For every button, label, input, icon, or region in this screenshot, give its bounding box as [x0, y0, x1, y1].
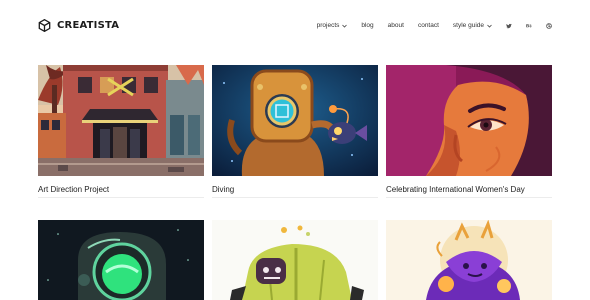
nav-projects[interactable]: projects [317, 22, 348, 29]
brand-name: CREATISTA [57, 20, 120, 31]
nav-about-label: about [387, 22, 404, 29]
art-direction-image [38, 65, 204, 176]
nav-blog-label: blog [361, 22, 374, 29]
caption-divider [212, 197, 378, 198]
nav-style-guide-label: style guide [452, 22, 484, 29]
caption-divider [38, 197, 204, 198]
portfolio-thumb-4[interactable] [38, 220, 204, 300]
chevron-down-icon [487, 24, 492, 28]
diving-image [212, 65, 378, 176]
chevron-down-icon [342, 24, 348, 28]
caption-divider [386, 197, 552, 198]
nav-blog[interactable]: blog [361, 22, 373, 29]
behance-icon[interactable] [526, 23, 532, 29]
portfolio-thumb-diving[interactable] [212, 65, 378, 176]
portfolio-thumb-art-direction[interactable] [38, 65, 204, 176]
portfolio-title-art-direction[interactable]: Art Direction Project [38, 185, 109, 194]
womens-day-image [386, 65, 552, 176]
main-nav: projects blog about contact style guide [317, 22, 552, 29]
site-logo[interactable]: CREATISTA [38, 19, 119, 32]
cactus-character-image [212, 220, 378, 300]
logo-cube-icon [38, 19, 51, 32]
portfolio-thumb-6[interactable] [386, 220, 552, 300]
space-suit-image [38, 220, 204, 300]
site-header: CREATISTA projects blog about contact st… [0, 0, 590, 50]
nav-contact[interactable]: contact [418, 22, 439, 29]
portfolio-thumb-5[interactable] [212, 220, 378, 300]
nav-about[interactable]: about [388, 22, 404, 29]
portfolio-thumb-womens-day[interactable] [386, 65, 552, 176]
dribbble-icon[interactable] [546, 22, 552, 29]
portfolio-title-womens-day[interactable]: Celebrating International Women's Day [386, 185, 525, 194]
nav-style-guide[interactable]: style guide [453, 22, 492, 29]
purple-character-image [386, 220, 552, 300]
portfolio-title-diving[interactable]: Diving [212, 185, 234, 194]
twitter-icon[interactable] [506, 23, 512, 29]
nav-contact-label: contact [417, 22, 439, 29]
nav-projects-label: projects [316, 22, 340, 29]
